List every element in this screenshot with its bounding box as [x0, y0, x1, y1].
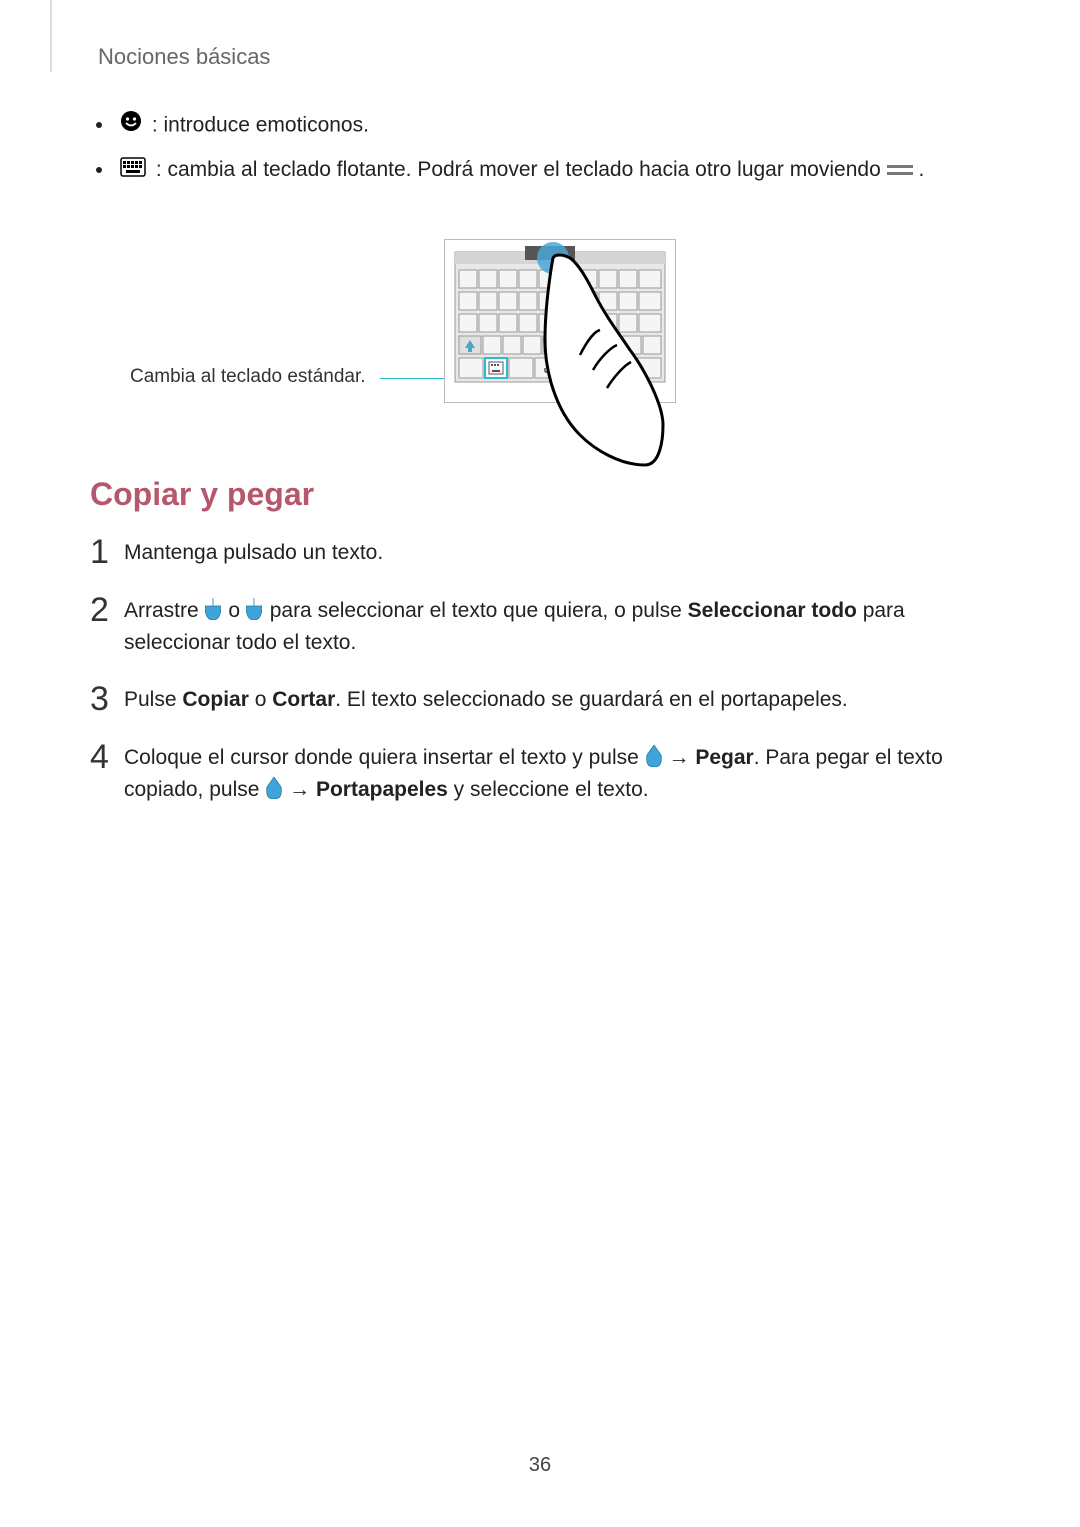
figure-caption: Cambia al teclado estándar. — [130, 366, 366, 388]
step-bold: Copiar — [182, 688, 249, 711]
bullet-label: : cambia al teclado flotante. Podrá move… — [150, 158, 887, 181]
arrow-text: → — [663, 746, 696, 769]
smiley-icon — [120, 110, 142, 141]
step-number: 2 — [90, 593, 124, 627]
step-number: 4 — [90, 740, 124, 774]
step-number: 1 — [90, 535, 124, 569]
step-text: para seleccionar el texto que quiera, o … — [264, 599, 688, 622]
step-number: 3 — [90, 682, 124, 716]
step-text: Arrastre — [124, 599, 205, 622]
drag-handle-icon — [887, 158, 919, 181]
step-text: y seleccione el texto. — [448, 778, 649, 801]
step-bold: Cortar — [272, 688, 335, 711]
step-bold: Seleccionar todo — [688, 599, 857, 622]
arrow-text: → — [283, 778, 316, 801]
step-2: 2 Arrastre o para seleccionar el texto q… — [90, 595, 990, 658]
bullet-item-emoticons: : introduce emoticonos. — [90, 110, 990, 141]
selection-handle-right-icon — [246, 598, 264, 620]
section-title-copy-paste: Copiar y pegar — [90, 476, 990, 513]
step-1: 1 Mantenga pulsado un texto. — [90, 537, 990, 569]
step-body: Arrastre o para seleccionar el texto que… — [124, 595, 990, 658]
cursor-handle-icon — [265, 777, 283, 799]
keyboard-figure — [444, 239, 676, 403]
keyboard-icon — [120, 156, 146, 186]
step-4: 4 Coloque el cursor donde quiera inserta… — [90, 742, 990, 805]
step-text: o — [249, 688, 272, 711]
selection-handle-left-icon — [205, 598, 223, 620]
step-text: . El texto seleccionado se guardará en e… — [335, 688, 848, 711]
bullet-label: : introduce emoticonos. — [146, 113, 369, 136]
page-number: 36 — [0, 1454, 1080, 1477]
step-text: o — [223, 599, 246, 622]
bullet-item-floating-keyboard: : cambia al teclado flotante. Podrá move… — [90, 155, 990, 186]
step-text: Coloque el cursor donde quiera insertar … — [124, 746, 645, 769]
bullet-text: : introduce emoticonos. — [120, 110, 990, 141]
step-body: Coloque el cursor donde quiera insertar … — [124, 742, 990, 805]
breadcrumb-header: Nociones básicas — [98, 44, 990, 70]
step-text: Pulse — [124, 688, 182, 711]
figure-row: Cambia al teclado estándar. — [90, 206, 990, 436]
step-body: Pulse Copiar o Cortar. El texto seleccio… — [124, 684, 990, 716]
step-body: Mantenga pulsado un texto. — [124, 537, 990, 569]
step-3: 3 Pulse Copiar o Cortar. El texto selecc… — [90, 684, 990, 716]
step-bold: Pegar — [695, 746, 753, 769]
bullet-label-end: . — [918, 158, 924, 181]
cursor-handle-icon — [645, 745, 663, 767]
header-rule — [50, 0, 52, 72]
bullet-dot-icon — [95, 166, 103, 174]
bullet-dot-icon — [95, 121, 103, 129]
step-bold: Portapapeles — [316, 778, 448, 801]
bullet-list: : introduce emoticonos. : cambia al tecl… — [90, 110, 990, 186]
bullet-text: : cambia al teclado flotante. Podrá move… — [120, 155, 990, 186]
